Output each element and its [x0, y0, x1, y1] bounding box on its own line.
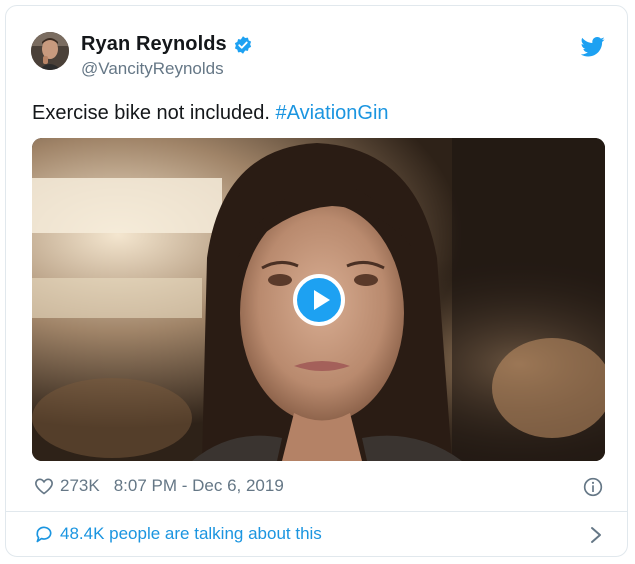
verified-badge-icon: [234, 35, 251, 54]
conversation-count[interactable]: 48.4K people are talking about this: [60, 524, 322, 544]
tweet-text: Exercise bike not included. #AviationGin: [32, 102, 389, 125]
video-player[interactable]: [32, 138, 605, 461]
chevron-right-icon[interactable]: [589, 525, 603, 545]
hashtag-link[interactable]: #AviationGin: [275, 102, 388, 124]
twitter-bird-icon[interactable]: [581, 36, 605, 58]
user-handle[interactable]: @VancityReynolds: [81, 59, 224, 79]
timestamp[interactable]: 8:07 PM - Dec 6, 2019: [114, 476, 284, 496]
conversation-link[interactable]: 48.4K people are talking about this: [34, 524, 322, 544]
display-name[interactable]: Ryan Reynolds: [81, 33, 227, 56]
like-count[interactable]: 273K: [60, 476, 100, 496]
divider: [6, 511, 627, 512]
play-icon[interactable]: [293, 274, 345, 326]
heart-icon[interactable]: [34, 476, 54, 496]
tweet-card[interactable]: Ryan Reynolds @VancityReynolds Exercise …: [5, 5, 628, 557]
tweet-body: Exercise bike not included.: [32, 102, 270, 124]
tweet-meta: 273K 8:07 PM - Dec 6, 2019: [34, 476, 284, 496]
avatar[interactable]: [31, 32, 69, 70]
comment-bubble-icon: [36, 526, 52, 543]
info-icon[interactable]: [583, 477, 603, 497]
